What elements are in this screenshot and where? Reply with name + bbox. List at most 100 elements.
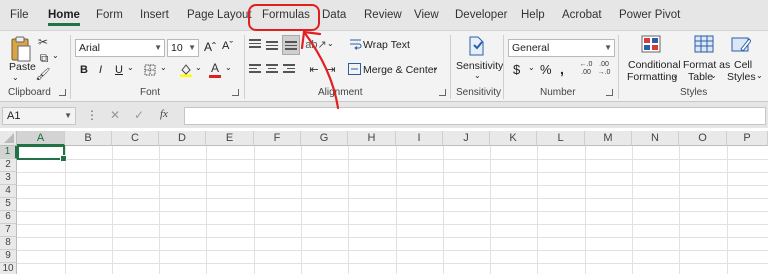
row-header-6[interactable]: 6 xyxy=(0,211,17,224)
tab-help[interactable]: Help xyxy=(521,0,545,30)
cancel-icon[interactable]: ✕ xyxy=(110,108,120,122)
currency-button[interactable]: $ xyxy=(513,62,520,77)
font-color-dropdown-icon[interactable]: ⌄ xyxy=(225,63,232,72)
tab-view[interactable]: View xyxy=(414,0,439,30)
row-header-5[interactable]: 5 xyxy=(0,198,17,211)
copy-icon[interactable]: ⧉ xyxy=(36,51,52,65)
column-header-o[interactable]: O xyxy=(679,131,727,146)
select-all-button[interactable] xyxy=(0,131,17,146)
column-header-i[interactable]: I xyxy=(396,131,443,146)
italic-button[interactable]: I xyxy=(99,64,102,76)
name-box[interactable]: A1 ▼ xyxy=(2,107,76,125)
shrink-font-button[interactable]: Aˇ xyxy=(222,40,233,52)
format-table-dropdown-icon[interactable]: ⌄ xyxy=(710,71,717,80)
column-header-e[interactable]: E xyxy=(206,131,254,146)
top-align-icon[interactable] xyxy=(249,37,263,51)
row-header-10[interactable]: 10 xyxy=(0,263,17,274)
row-header-3[interactable]: 3 xyxy=(0,172,17,185)
borders-dropdown-icon[interactable]: ⌄ xyxy=(160,63,167,72)
sensitivity-icon[interactable] xyxy=(465,34,487,58)
column-header-g[interactable]: G xyxy=(301,131,348,146)
paste-button[interactable]: Paste xyxy=(9,61,36,73)
merge-dropdown-icon[interactable]: ⌄ xyxy=(432,63,439,72)
font-name-select[interactable]: Arial ▼ xyxy=(75,39,165,57)
name-box-dropdown-icon[interactable]: ▼ xyxy=(64,108,72,124)
font-launcher-icon[interactable] xyxy=(232,89,239,96)
insert-function-icon[interactable]: fx xyxy=(160,108,168,120)
cell-styles-label[interactable]: Cell xyxy=(734,59,752,71)
format-painter-icon[interactable]: 🖌 xyxy=(35,67,50,81)
alignment-launcher-icon[interactable] xyxy=(439,89,446,96)
cell-styles-button[interactable]: Styles xyxy=(727,71,756,83)
tab-insert[interactable]: Insert xyxy=(140,0,169,30)
row-header-1[interactable]: 1 xyxy=(0,146,17,159)
fill-color-dropdown-icon[interactable]: ⌄ xyxy=(195,63,202,72)
fill-color-icon[interactable] xyxy=(178,62,194,78)
tab-home[interactable]: Home xyxy=(48,0,80,30)
increase-decimal-icon[interactable]: ←.0.00 xyxy=(578,60,594,78)
column-header-j[interactable]: J xyxy=(443,131,490,146)
row-header-7[interactable]: 7 xyxy=(0,224,17,237)
grow-font-button[interactable]: Aˆ xyxy=(204,40,216,54)
comma-style-button[interactable]: , xyxy=(560,61,564,77)
bold-button[interactable]: B xyxy=(80,64,88,76)
conditional-formatting-icon[interactable] xyxy=(640,34,662,54)
tab-developer[interactable]: Developer xyxy=(455,0,507,30)
underline-button[interactable]: U xyxy=(115,64,123,76)
tab-page-layout[interactable]: Page Layout xyxy=(187,0,252,30)
align-left-icon[interactable] xyxy=(249,62,263,76)
column-header-h[interactable]: H xyxy=(348,131,396,146)
spreadsheet-grid[interactable]: A B C D E F G H I J K L M N O P 1 2 3 4 … xyxy=(0,128,768,274)
formula-input[interactable] xyxy=(184,107,766,125)
format-as-table-icon[interactable] xyxy=(693,34,715,54)
paste-icon[interactable] xyxy=(8,35,32,63)
more-options-icon[interactable]: ⋮ xyxy=(86,108,98,122)
decrease-decimal-icon[interactable]: .00 →.0 xyxy=(596,60,612,78)
clipboard-launcher-icon[interactable] xyxy=(59,89,66,96)
middle-align-icon[interactable] xyxy=(266,39,280,53)
column-header-d[interactable]: D xyxy=(159,131,206,146)
tab-power-pivot[interactable]: Power Pivot xyxy=(619,0,680,30)
active-cell-a1[interactable] xyxy=(17,145,67,162)
tab-form[interactable]: Form xyxy=(96,0,123,30)
borders-icon[interactable] xyxy=(143,63,157,77)
column-header-c[interactable]: C xyxy=(112,131,159,146)
cell-styles-dropdown-icon[interactable]: ⌄ xyxy=(756,71,763,80)
row-header-9[interactable]: 9 xyxy=(0,250,17,263)
underline-dropdown-icon[interactable]: ⌄ xyxy=(127,63,134,72)
cell-styles-icon[interactable] xyxy=(730,34,752,54)
sensitivity-dropdown-icon[interactable]: ⌄ xyxy=(474,71,481,80)
percent-button[interactable]: % xyxy=(540,62,552,77)
column-header-l[interactable]: L xyxy=(537,131,585,146)
format-as-table-label[interactable]: Format as xyxy=(683,59,730,71)
paste-dropdown-icon[interactable]: ⌄ xyxy=(12,73,19,82)
column-header-k[interactable]: K xyxy=(490,131,537,146)
copy-dropdown-icon[interactable]: ⌄ xyxy=(52,51,59,60)
column-header-a[interactable]: A xyxy=(17,131,65,146)
wrap-text-button[interactable]: Wrap Text xyxy=(363,39,410,51)
conditional-formatting-button[interactable]: Formatting xyxy=(627,71,677,83)
merge-center-button[interactable]: Merge & Center xyxy=(363,64,437,76)
column-header-b[interactable]: B xyxy=(65,131,112,146)
row-header-8[interactable]: 8 xyxy=(0,237,17,250)
conditional-formatting-label[interactable]: Conditional xyxy=(628,59,681,71)
gridline xyxy=(348,146,349,274)
currency-dropdown-icon[interactable]: ⌄ xyxy=(528,63,535,72)
tab-review[interactable]: Review xyxy=(364,0,402,30)
number-launcher-icon[interactable] xyxy=(606,89,613,96)
row-header-4[interactable]: 4 xyxy=(0,185,17,198)
number-format-select[interactable]: General ▼ xyxy=(508,39,615,57)
cut-icon[interactable]: ✂ xyxy=(37,35,49,49)
column-header-m[interactable]: M xyxy=(585,131,632,146)
row-header-2[interactable]: 2 xyxy=(0,159,17,172)
column-header-f[interactable]: F xyxy=(254,131,301,146)
conditional-dropdown-icon[interactable]: ⌄ xyxy=(672,71,679,80)
enter-icon[interactable]: ✓ xyxy=(134,108,144,122)
tab-acrobat[interactable]: Acrobat xyxy=(562,0,602,30)
font-color-icon[interactable]: A xyxy=(209,61,221,79)
tab-file[interactable]: File xyxy=(10,0,29,30)
align-center-icon[interactable] xyxy=(266,62,280,76)
column-header-n[interactable]: N xyxy=(632,131,679,146)
font-size-select[interactable]: 10 ▼ xyxy=(167,39,199,57)
column-header-p[interactable]: P xyxy=(727,131,768,146)
